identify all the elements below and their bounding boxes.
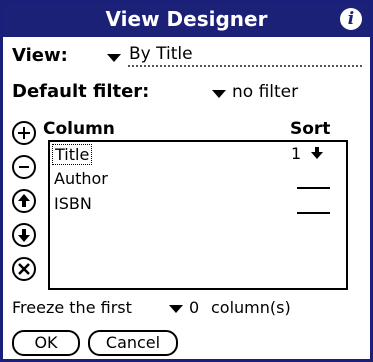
- filter-dropdown[interactable]: no filter: [232, 82, 298, 102]
- freeze-count-dropdown[interactable]: 0: [189, 298, 199, 317]
- view-field-underline: [128, 65, 362, 67]
- view-row: View: By Title: [12, 43, 362, 71]
- move-down-button[interactable]: [12, 223, 36, 247]
- dialog-title: View Designer: [105, 7, 268, 31]
- plus-icon: [18, 127, 30, 139]
- x-icon: [18, 263, 30, 275]
- sort-cell-title[interactable]: 1: [291, 144, 333, 163]
- freeze-suffix-label: column(s): [211, 298, 291, 317]
- view-dropdown-triangle-icon[interactable]: [107, 54, 121, 62]
- list-item-author[interactable]: Author: [54, 169, 108, 188]
- arrow-down-icon: [18, 229, 30, 242]
- minus-icon: [19, 166, 29, 168]
- delete-column-button[interactable]: [12, 257, 36, 281]
- sort-cell-isbn[interactable]: [297, 212, 330, 214]
- filter-row: Default filter: no filter: [12, 81, 362, 107]
- freeze-label: Freeze the first: [12, 298, 132, 317]
- info-icon[interactable]: i: [340, 8, 362, 30]
- sort-header: Sort: [290, 119, 331, 139]
- freeze-dropdown-triangle-icon[interactable]: [169, 305, 183, 313]
- remove-column-button[interactable]: [12, 155, 36, 179]
- ok-button[interactable]: OK: [12, 330, 80, 356]
- view-label: View:: [12, 45, 68, 66]
- column-header: Column: [43, 119, 115, 139]
- list-item-isbn[interactable]: ISBN: [54, 194, 92, 213]
- title-bar: View Designer i: [3, 3, 370, 37]
- filter-dropdown-triangle-icon[interactable]: [212, 90, 226, 98]
- default-filter-label: Default filter:: [12, 81, 150, 102]
- view-designer-dialog: View Designer i View: By Title Default f…: [0, 0, 373, 362]
- arrow-up-icon: [18, 194, 30, 207]
- sort-descending-arrow-icon: [311, 147, 324, 159]
- list-item-title[interactable]: Title: [52, 144, 93, 165]
- sort-order-value: 1: [291, 144, 302, 163]
- add-column-button[interactable]: [12, 121, 36, 145]
- move-up-button[interactable]: [12, 189, 36, 213]
- columns-list[interactable]: Title 1 Author ISBN: [48, 140, 348, 290]
- view-name-field[interactable]: By Title: [129, 44, 193, 64]
- cancel-button[interactable]: Cancel: [88, 330, 178, 356]
- freeze-row: Freeze the first 0 column(s): [12, 298, 362, 322]
- sort-cell-author[interactable]: [297, 187, 330, 189]
